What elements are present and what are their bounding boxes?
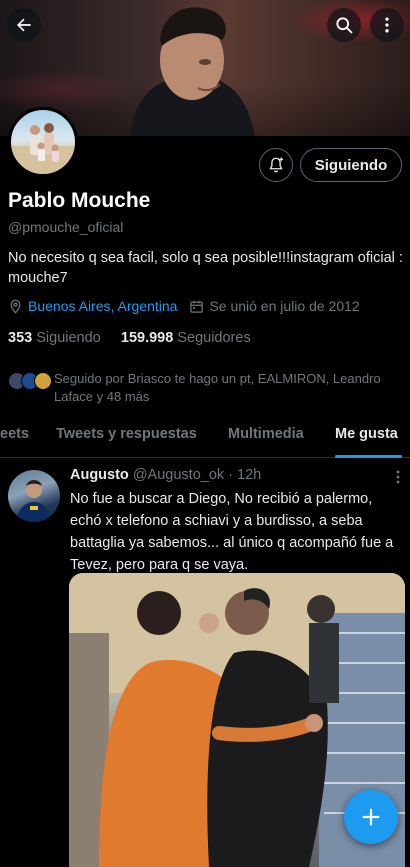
- back-button[interactable]: [7, 8, 41, 42]
- tab-tweets-replies[interactable]: Tweets y respuestas: [56, 426, 197, 442]
- followers-link[interactable]: 159.998 Seguidores: [121, 330, 251, 346]
- followers-label: Seguidores: [177, 330, 251, 346]
- following-link[interactable]: 353 Siguiendo: [8, 330, 101, 346]
- tweet-author-avatar[interactable]: [8, 470, 60, 522]
- profile-stats: 353 Siguiendo 159.998 Seguidores: [8, 330, 251, 346]
- avatar-photo: [16, 480, 52, 522]
- banner-photo: [130, 7, 255, 136]
- profile-avatar[interactable]: [8, 107, 78, 177]
- tweet-author-handle[interactable]: @Augusto_ok: [133, 467, 224, 483]
- more-options-button[interactable]: [370, 8, 404, 42]
- active-tab-indicator: [335, 455, 402, 458]
- following-label: Siguiendo: [36, 330, 101, 346]
- following-count: 353: [8, 330, 33, 346]
- avatar-photo: [11, 123, 75, 174]
- profile-name: Pablo Mouche: [8, 189, 151, 212]
- plus-icon: [362, 808, 380, 826]
- arrow-left-icon: [17, 18, 31, 32]
- profile-handle: @pmouche_oficial: [8, 219, 124, 235]
- calendar-icon: [190, 300, 204, 313]
- avatar: [34, 372, 52, 390]
- bell-plus-icon: [269, 157, 284, 173]
- followers-count: 159.998: [120, 330, 174, 346]
- tweet-author-name[interactable]: Augusto: [70, 467, 129, 483]
- profile-meta: Buenos Aires, Argentina Se unió en julio…: [8, 298, 360, 314]
- search-icon: [336, 17, 353, 34]
- tab-media[interactable]: Multimedia: [228, 426, 304, 442]
- tweet-header: Augusto @Augusto_ok · 12h: [70, 467, 261, 483]
- search-button[interactable]: [327, 8, 361, 42]
- more-vertical-icon: [396, 470, 400, 484]
- more-vertical-icon: [385, 17, 389, 33]
- profile-joined-date: Se unió en julio de 2012: [209, 298, 360, 314]
- location-pin-icon: [10, 299, 21, 314]
- tab-likes[interactable]: Me gusta: [335, 426, 398, 442]
- compose-tweet-button[interactable]: [344, 790, 398, 844]
- followed-by-row[interactable]: Seguido por Briasco te hago un pt, EALMI…: [8, 370, 408, 406]
- profile-tabs: eets Tweets y respuestas Multimedia Me g…: [0, 420, 410, 458]
- tweet-timestamp[interactable]: · 12h: [228, 467, 261, 483]
- followed-by-text: Seguido por Briasco te hago un pt, EALMI…: [54, 371, 381, 404]
- profile-location[interactable]: Buenos Aires, Argentina: [28, 298, 177, 314]
- tab-tweets[interactable]: eets: [0, 426, 29, 442]
- profile-bio: No necesito q sea facil, solo q sea posi…: [8, 250, 403, 286]
- following-button[interactable]: Siguiendo: [300, 148, 402, 182]
- tweet-more-button[interactable]: [392, 469, 404, 490]
- tweet-text: No fue a buscar a Diego, No recibió a pa…: [70, 491, 394, 573]
- notifications-button[interactable]: [259, 148, 293, 182]
- followed-by-avatars: [8, 372, 54, 406]
